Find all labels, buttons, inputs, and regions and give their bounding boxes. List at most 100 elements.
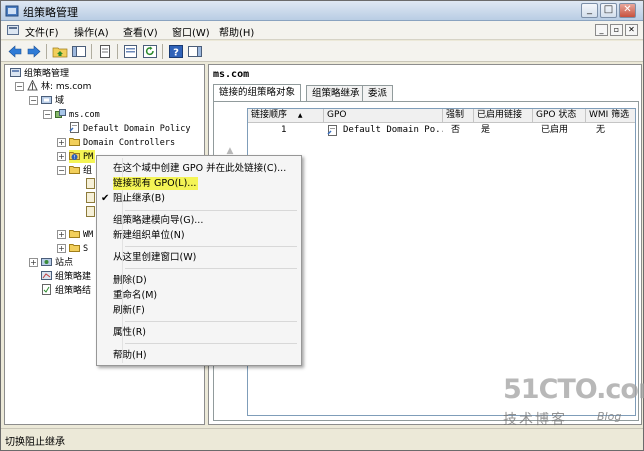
cell-gpo-status: 已启用	[541, 125, 569, 135]
copy-icon[interactable]	[97, 44, 113, 59]
col-gpo[interactable]: GPO	[324, 109, 443, 123]
tree-label-modeling: 组策略建	[55, 272, 92, 282]
tree-node-sites[interactable]: 站点	[41, 256, 73, 269]
expand-toggle-pm[interactable]: +	[57, 152, 66, 161]
tree-node-gp-modeling[interactable]: 组策略建	[41, 270, 91, 283]
minimize-button[interactable]: _	[581, 3, 598, 18]
show-hide-tree-icon[interactable]	[71, 44, 87, 59]
results-icon	[42, 284, 51, 295]
tree-node-gpo-container[interactable]: 组	[69, 164, 92, 177]
window-title: 组策略管理	[23, 6, 78, 19]
menu-block-inheritance[interactable]: 阻止继承(B)	[113, 192, 165, 205]
maximize-button[interactable]: □	[600, 3, 617, 18]
help-icon[interactable]: ?	[168, 44, 184, 59]
tree-label-results: 组策略结	[55, 286, 92, 296]
refresh-icon[interactable]	[142, 44, 158, 59]
tree-label-wmi: WM	[83, 230, 94, 240]
expand-toggle-gpo-container[interactable]: −	[57, 166, 66, 175]
close-button[interactable]: ✕	[619, 3, 636, 18]
tab-linked-gpos[interactable]: 链接的组策略对象	[213, 84, 302, 101]
forward-icon[interactable]	[26, 44, 42, 59]
tree-node-gpmc-root[interactable]: 组策略管理	[10, 67, 69, 80]
tree-node-gp-results[interactable]: 组策略结	[41, 284, 91, 297]
domains-folder-icon	[41, 96, 52, 104]
col-enforced[interactable]: 强制	[443, 109, 474, 123]
watermark-sub: 技术博客	[503, 412, 567, 428]
linked-gpo-list[interactable]: 链接顺序 ▲ GPO 强制 已启用链接 GPO 状态 WMI 筛选 1 Defa…	[247, 108, 636, 416]
title-bar[interactable]: 组策略管理 _ □ ✕	[1, 1, 643, 21]
tree-node-starter-gpos[interactable]: S	[69, 242, 88, 255]
tree-label-pm: PM	[83, 152, 94, 162]
col-wmi-filter[interactable]: WMI 筛选	[586, 109, 635, 123]
list-header: 链接顺序 ▲ GPO 强制 已启用链接 GPO 状态 WMI 筛选	[248, 109, 635, 123]
gpo-icon	[86, 206, 95, 217]
tree-node-forest[interactable]: 林: ms.com	[27, 80, 91, 93]
menu-create-gpo-and-link[interactable]: 在这个域中创建 GPO 并在此处链接(C)...	[113, 162, 286, 175]
status-bar: 切换阻止继承	[1, 428, 643, 450]
gpmc-app-icon	[5, 5, 19, 17]
menu-separator	[125, 210, 297, 211]
expand-toggle-sites[interactable]: +	[29, 258, 38, 267]
forest-icon	[27, 80, 38, 91]
toolbar-separator	[117, 44, 118, 59]
menu-delete[interactable]: 删除(D)	[113, 274, 147, 287]
tree-label-forest: 林: ms.com	[41, 82, 92, 92]
expand-toggle-forest[interactable]: −	[15, 82, 24, 91]
toolbar-separator	[162, 44, 163, 59]
tab-delegation[interactable]: 委派	[362, 85, 394, 101]
menu-file[interactable]: 文件(F)	[25, 24, 59, 39]
menu-refresh[interactable]: 刷新(F)	[113, 304, 145, 317]
col-link-enabled[interactable]: 已启用链接	[474, 109, 533, 123]
menu-bar: 文件(F) 操作(A) 查看(V) 窗口(W) 帮助(H) _ ▫ ✕	[1, 21, 643, 40]
console-icon	[7, 25, 19, 35]
up-folder-icon[interactable]	[52, 44, 68, 59]
domain-icon	[55, 109, 66, 118]
watermark: 51CTO.com 技术博客 Blog	[497, 374, 644, 430]
menu-new-ou[interactable]: 新建组织单位(N)	[113, 229, 185, 242]
mdi-minimize-button[interactable]: _	[595, 24, 608, 36]
gpo-icon	[86, 192, 95, 203]
folder-icon	[69, 166, 80, 174]
cell-order: 1	[281, 125, 287, 135]
tab-gp-inheritance[interactable]: 组策略继承	[306, 85, 366, 101]
tree-node-default-domain-policy[interactable]: Default Domain Policy	[69, 122, 190, 135]
back-icon[interactable]	[7, 44, 23, 59]
sort-arrow-icon: ▲	[297, 112, 303, 119]
col-link-order-label: 链接顺序	[251, 110, 288, 120]
properties-icon[interactable]	[123, 44, 139, 59]
tree-node-pm-ou[interactable]: ! PM	[69, 150, 96, 163]
sites-icon	[41, 258, 52, 266]
tree-node-domains[interactable]: 域	[41, 94, 64, 107]
tree-label-domain: ms.com	[69, 110, 100, 120]
expand-toggle-dc[interactable]: +	[57, 138, 66, 147]
tree-node-wmi-filters[interactable]: WM	[69, 228, 93, 241]
menu-separator	[125, 246, 297, 247]
gpmc-root-icon	[10, 68, 21, 77]
menu-help-item[interactable]: 帮助(H)	[113, 349, 147, 362]
menu-new-window-from-here[interactable]: 从这里创建窗口(W)	[113, 251, 196, 264]
col-link-order[interactable]: 链接顺序 ▲	[248, 109, 324, 123]
toolbar-separator	[91, 44, 92, 59]
tree-label-domains: 域	[55, 96, 65, 106]
mdi-restore-button[interactable]: ▫	[610, 24, 623, 36]
expand-toggle-wmi[interactable]: +	[57, 230, 66, 239]
col-gpo-status[interactable]: GPO 状态	[533, 109, 586, 123]
expand-toggle-starter[interactable]: +	[57, 244, 66, 253]
expand-toggle-domains[interactable]: −	[29, 96, 38, 105]
gpmc-window: 组策略管理 _ □ ✕ 文件(F) 操作(A) 查看(V) 窗口(W) 帮助(H…	[0, 0, 644, 451]
expand-toggle-domain[interactable]: −	[43, 110, 52, 119]
menu-link-existing-gpo[interactable]: 链接现有 GPO(L)...	[113, 177, 199, 190]
menu-help[interactable]: 帮助(H)	[219, 24, 254, 39]
svg-text:?: ?	[173, 48, 179, 59]
menu-properties[interactable]: 属性(R)	[113, 326, 146, 339]
tree-node-domain-ms-com[interactable]: ms.com	[55, 108, 100, 121]
menu-gp-modeling-wizard[interactable]: 组策略建模向导(G)...	[113, 214, 203, 227]
menu-view[interactable]: 查看(V)	[123, 24, 158, 39]
menu-window[interactable]: 窗口(W)	[172, 24, 210, 39]
mdi-close-button[interactable]: ✕	[625, 24, 638, 36]
details-title: ms.com	[213, 69, 250, 80]
menu-rename[interactable]: 重命名(M)	[113, 289, 157, 302]
show-hide-action-pane-icon[interactable]	[187, 44, 203, 59]
tree-node-domain-controllers[interactable]: Domain Controllers	[69, 136, 175, 149]
menu-action[interactable]: 操作(A)	[74, 24, 109, 39]
